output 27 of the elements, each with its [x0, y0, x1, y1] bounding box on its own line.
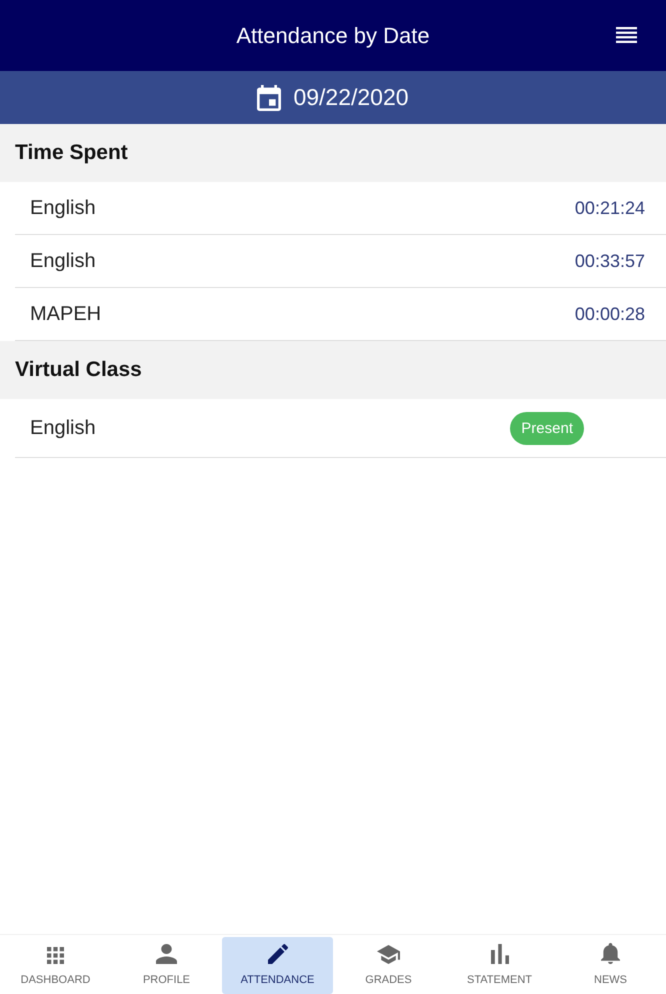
status-badge: Present [510, 412, 584, 444]
subject-name: English [30, 196, 96, 221]
menu-icon [616, 27, 637, 43]
calendar-icon [257, 84, 282, 110]
page-title: Attendance by Date [236, 22, 430, 50]
section-header: Virtual Class [0, 341, 666, 399]
subject-name: English [30, 249, 96, 274]
person-icon [156, 944, 177, 964]
subject-name: MAPEH [30, 302, 102, 327]
nav-tab[interactable]: NEWS [555, 937, 666, 994]
menu-button[interactable] [616, 27, 637, 43]
bar-chart-icon [490, 944, 508, 964]
pencil-icon [268, 944, 288, 964]
subject-name: English [30, 416, 96, 441]
nav-tab[interactable]: ATTENDANCE [222, 937, 333, 994]
nav-tab[interactable]: DASHBOARD [0, 937, 111, 994]
time-spent-value: 00:33:57 [574, 250, 645, 272]
nav-tab[interactable]: GRADES [333, 937, 444, 994]
time-spent-value: 00:21:24 [574, 196, 645, 220]
grid-icon [47, 947, 64, 964]
time-spent-value: 00:00:28 [574, 302, 645, 326]
graduation-cap-icon [377, 945, 400, 964]
date-picker-button[interactable]: 09/22/2020 [257, 80, 409, 115]
nav-tab[interactable]: PROFILE [111, 937, 222, 994]
section-header: Time Spent [0, 124, 666, 182]
nav-tab[interactable]: STATEMENT [444, 937, 555, 994]
bell-icon [601, 943, 620, 964]
